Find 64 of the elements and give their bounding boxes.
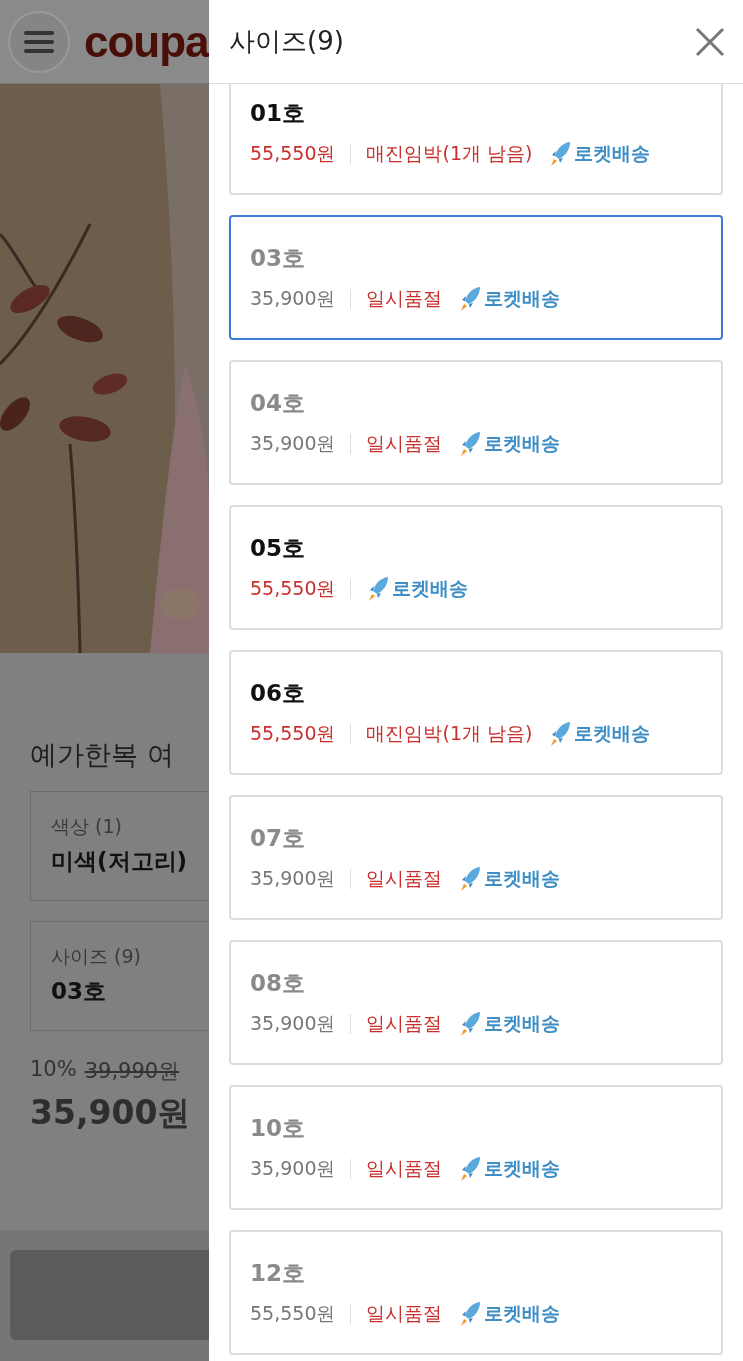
size-option[interactable]: 04호 35,900원 일시품절 로켓배송	[229, 360, 723, 485]
option-price: 55,550원	[250, 1301, 336, 1326]
delivery-label: 로켓배송	[484, 1156, 561, 1181]
delivery-label: 로켓배송	[392, 576, 469, 601]
product-title: 예가한복 여	[30, 738, 175, 772]
size-name: 03호	[250, 244, 306, 273]
rocket-icon	[458, 286, 483, 312]
size-name: 08호	[250, 969, 306, 998]
option-price: 35,900원	[250, 286, 336, 311]
stock-status: 일시품절	[366, 286, 443, 311]
rocket-icon	[366, 576, 391, 602]
size-name: 06호	[250, 679, 306, 708]
size-option[interactable]: 10호 35,900원 일시품절 로켓배송	[229, 1085, 723, 1210]
delivery-label: 로켓배송	[574, 721, 651, 746]
option-price: 55,550원	[250, 141, 336, 166]
delivery-label: 로켓배송	[484, 1301, 561, 1326]
rocket-icon	[458, 431, 483, 457]
rocket-icon	[458, 866, 483, 892]
stock-status: 일시품절	[366, 866, 443, 891]
size-name: 05호	[250, 534, 306, 563]
option-price: 55,550원	[250, 576, 336, 601]
size-option[interactable]: 05호 55,550원 로켓배송	[229, 505, 723, 630]
option-label: 사이즈 (9)	[51, 944, 142, 969]
size-name: 12호	[250, 1259, 306, 1288]
rocket-icon	[548, 141, 573, 167]
size-option[interactable]: 08호 35,900원 일시품절 로켓배송	[229, 940, 723, 1065]
panel-title: 사이즈(9)	[229, 25, 344, 58]
option-price: 35,900원	[250, 866, 336, 891]
size-option[interactable]: 03호 35,900원 일시품절 로켓배송	[229, 215, 723, 340]
option-label: 색상 (1)	[51, 814, 123, 839]
stock-status: 매진임박(1개 남음)	[366, 721, 533, 746]
size-name: 07호	[250, 824, 306, 853]
size-name: 04호	[250, 389, 306, 418]
size-option[interactable]: 06호 55,550원 매진임박(1개 남음) 로켓배송	[229, 650, 723, 775]
rocket-icon	[458, 1011, 483, 1037]
delivery-label: 로켓배송	[574, 141, 651, 166]
stock-status: 일시품절	[366, 431, 443, 456]
stock-status: 일시품절	[366, 1301, 443, 1326]
size-option[interactable]: 01호 55,550원 매진임박(1개 남음) 로켓배송	[229, 84, 723, 195]
delivery-label: 로켓배송	[484, 431, 561, 456]
size-option[interactable]: 12호 55,550원 일시품절 로켓배송	[229, 1230, 723, 1355]
close-icon	[695, 26, 725, 57]
size-name: 01호	[250, 99, 306, 128]
delivery-label: 로켓배송	[484, 1011, 561, 1036]
menu-icon	[24, 29, 54, 54]
delivery-label: 로켓배송	[484, 866, 561, 891]
original-price: 39,990원	[84, 1058, 180, 1085]
rocket-icon	[458, 1156, 483, 1182]
stock-status: 일시품절	[366, 1011, 443, 1036]
stock-status: 매진임박(1개 남음)	[366, 141, 533, 166]
option-price: 35,900원	[250, 1011, 336, 1036]
sale-price: 35,900원	[30, 1092, 192, 1134]
option-value: 미색(저고리)	[51, 847, 189, 876]
option-price: 35,900원	[250, 1156, 336, 1181]
rocket-icon	[458, 1301, 483, 1327]
delivery-label: 로켓배송	[484, 286, 561, 311]
stock-status: 일시품절	[366, 1156, 443, 1181]
discount-rate: 10%	[30, 1057, 77, 1083]
size-option[interactable]: 07호 35,900원 일시품절 로켓배송	[229, 795, 723, 920]
rocket-icon	[548, 721, 573, 747]
option-value: 03호	[51, 977, 107, 1006]
size-name: 10호	[250, 1114, 306, 1143]
option-price: 35,900원	[250, 431, 336, 456]
option-price: 55,550원	[250, 721, 336, 746]
